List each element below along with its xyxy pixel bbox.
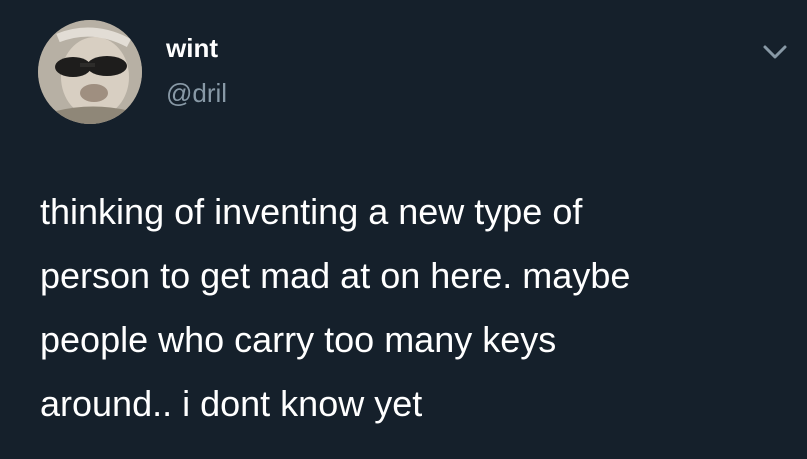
avatar[interactable] — [38, 20, 142, 124]
tweet-line: person to get mad at on here. maybe — [40, 255, 631, 296]
display-name[interactable]: wint — [166, 33, 218, 63]
chevron-down-icon[interactable] — [760, 40, 790, 64]
avatar-image — [38, 20, 142, 124]
tweet-line: people who carry too many keys — [40, 319, 557, 360]
tweet-card: wint @dril thinking of inventing a new t… — [0, 0, 807, 459]
tweet-line: around.. i dont know yet — [40, 383, 423, 424]
username-handle[interactable]: @dril — [166, 78, 227, 108]
tweet-line: thinking of inventing a new type of — [40, 191, 583, 232]
tweet-text: thinking of inventing a new type of pers… — [40, 180, 780, 436]
